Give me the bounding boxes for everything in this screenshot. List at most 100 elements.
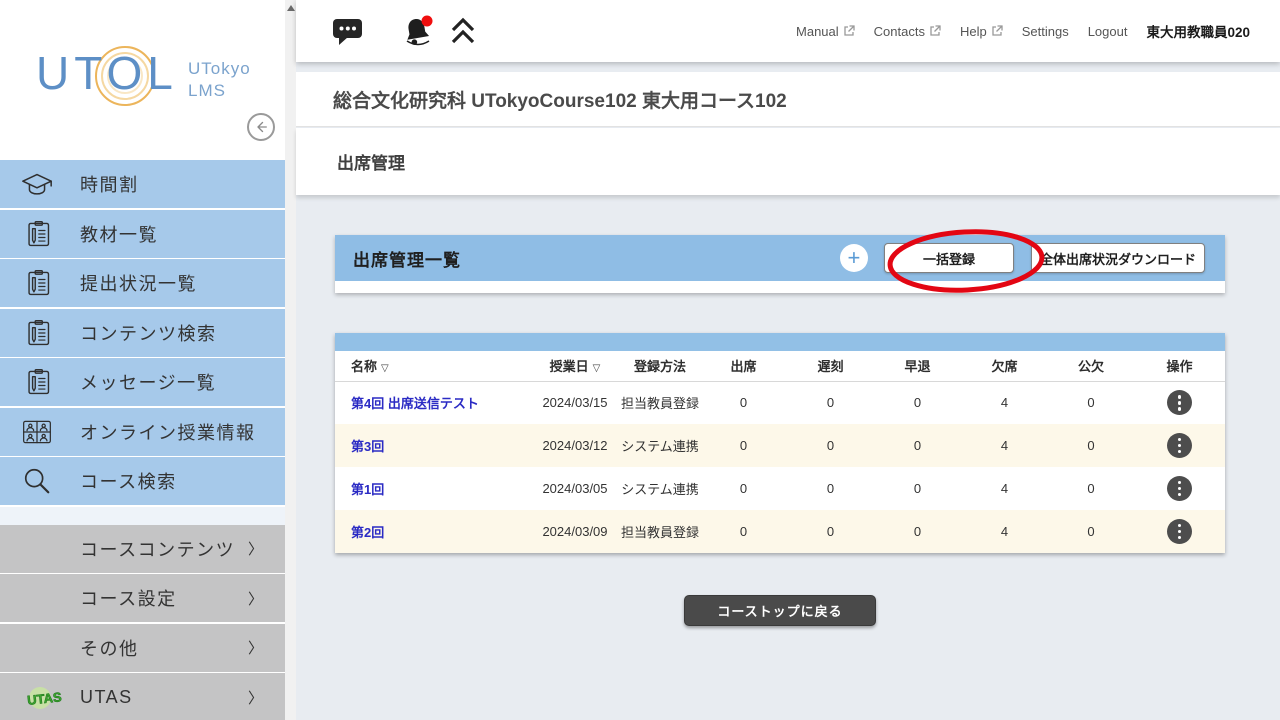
back-to-course-top-button[interactable]: コーストップに戻る (684, 595, 876, 626)
sidebar-item-course-contents[interactable]: コースコンテンツ 〉 (0, 524, 285, 573)
sidebar-item-content-search[interactable]: コンテンツ検索 (0, 308, 285, 357)
sidebar-item-submission-status[interactable]: 提出状況一覧 (0, 259, 285, 307)
cell-early-leave: 0 (913, 481, 922, 496)
header-early-leave: 早退 (874, 351, 961, 382)
cell-excused-absence: 0 (1087, 438, 1095, 453)
bulk-register-button[interactable]: 一括登録 (883, 243, 1014, 273)
sidebar-divider (0, 506, 285, 525)
collapse-header-icon[interactable] (450, 17, 476, 45)
table-row: 第2回 2024/03/09 担当教員登録 0 0 0 4 0 (335, 510, 1225, 553)
sidebar-item-utas[interactable]: UTAS UTAS 〉 (0, 673, 285, 720)
settings-link[interactable]: Settings (1022, 24, 1069, 39)
panel-bottom-strip (335, 281, 1225, 293)
cell-present: 0 (739, 524, 748, 539)
sidebar-item-online-class-info[interactable]: オンライン授業情報 (0, 407, 285, 456)
external-link-icon (930, 25, 941, 36)
session-link[interactable]: 第3回 (351, 439, 384, 454)
attendance-table-block: 名称 ▽ 授業日 ▽ 登録方法 出席 遅刻 早退 欠席 公欠 操作 第4回 出席送信… (335, 333, 1225, 553)
cell-registration-method: システム連携 (621, 482, 699, 497)
download-all-attendance-button[interactable]: 全体出席状況ダウンロード (1030, 243, 1205, 273)
clipboard-icon (18, 268, 56, 298)
logout-link[interactable]: Logout (1088, 24, 1128, 39)
sidebar-item-messages[interactable]: メッセージ一覧 (0, 358, 285, 406)
row-actions-kebab-button[interactable] (1167, 433, 1192, 458)
cell-name: 第4回 出席送信テスト (335, 381, 530, 424)
cell-class-date: 2024/03/12 (542, 438, 608, 453)
cell-actions (1134, 424, 1225, 467)
sidebar: UTOL UTokyo LMS 時間割 教材一覧 提出状況一覧 コンテンツ検索 … (0, 0, 285, 720)
header-registration-method: 登録方法 (620, 351, 700, 382)
table-row: 第3回 2024/03/12 システム連携 0 0 0 4 0 (335, 424, 1225, 467)
contacts-link[interactable]: Contacts (874, 24, 941, 39)
plus-icon: + (847, 245, 861, 270)
table-row: 第4回 出席送信テスト 2024/03/15 担当教員登録 0 0 0 4 0 (335, 381, 1225, 424)
cell-absent: 4 (1000, 481, 1009, 496)
course-title: 総合文化研究科 UTokyoCourse102 東大用コース102 (333, 90, 787, 112)
notification-dot (421, 15, 433, 27)
cell-late: 0 (826, 481, 835, 496)
course-title-bar: 総合文化研究科 UTokyoCourse102 東大用コース102 (296, 72, 1280, 127)
chevron-right-icon: 〉 (247, 689, 263, 707)
cell-name: 第3回 (335, 424, 530, 467)
session-link[interactable]: 第1回 (351, 482, 384, 497)
header-name[interactable]: 名称 ▽ (335, 351, 530, 382)
manual-link[interactable]: Manual (796, 24, 855, 39)
header-late: 遅刻 (787, 351, 874, 382)
scroll-up-arrow-icon[interactable] (286, 5, 295, 11)
add-session-button[interactable]: + (839, 244, 868, 272)
sort-icon: ▽ (592, 363, 601, 375)
cell-registration-method: 担当教員登録 (620, 396, 699, 412)
cell-absent: 4 (1000, 395, 1009, 411)
cell-excused-absence: 0 (1087, 481, 1095, 496)
clipboard-icon (18, 318, 56, 348)
table-header-row: 名称 ▽ 授業日 ▽ 登録方法 出席 遅刻 早退 欠席 公欠 操作 (335, 351, 1225, 382)
session-link[interactable]: 第2回 (351, 525, 384, 540)
cell-present: 0 (739, 395, 748, 411)
row-actions-kebab-button[interactable] (1167, 519, 1192, 544)
external-link-icon (992, 25, 1003, 36)
row-actions-kebab-button[interactable] (1167, 390, 1192, 416)
sidebar-item-course-search[interactable]: コース検索 (0, 457, 285, 505)
topbar-icons (332, 14, 476, 48)
cell-early-leave: 0 (913, 438, 922, 453)
sidebar-item-others[interactable]: その他 〉 (0, 623, 285, 672)
session-link[interactable]: 第4回 出席送信テスト (351, 396, 479, 411)
sidebar-item-timetable[interactable]: 時間割 (0, 160, 285, 208)
online-class-icon (18, 418, 56, 446)
header-absent: 欠席 (961, 351, 1048, 382)
external-link-icon (844, 25, 855, 36)
attendance-panel: 出席管理一覧 + 一括登録 全体出席状況ダウンロード (335, 235, 1225, 293)
main-content: Manual Contacts Help Settings Logout 東大用… (296, 0, 1280, 720)
topbar-links: Manual Contacts Help Settings Logout 東大用… (796, 21, 1250, 41)
cell-registration-method: 担当教員登録 (620, 525, 699, 540)
cell-late: 0 (826, 524, 835, 539)
header-class-date[interactable]: 授業日 ▽ (530, 351, 620, 382)
back-button-container: コーストップに戻る (335, 595, 1225, 626)
utol-lms-page: UTOL UTokyo LMS 時間割 教材一覧 提出状況一覧 コンテンツ検索 … (0, 0, 1280, 720)
cell-late: 0 (826, 438, 835, 453)
chevron-right-icon: 〉 (247, 541, 263, 558)
row-actions-kebab-button[interactable] (1167, 476, 1192, 501)
chevron-right-icon: 〉 (247, 590, 263, 608)
svg-text:UTAS: UTAS (26, 689, 62, 708)
notification-bell-icon[interactable] (400, 14, 436, 48)
graduation-cap-icon (18, 170, 56, 198)
cell-class-date: 2024/03/09 (542, 524, 608, 539)
help-link[interactable]: Help (960, 24, 1003, 39)
messages-icon[interactable] (332, 16, 364, 46)
cell-actions (1134, 510, 1225, 553)
sidebar-item-materials[interactable]: 教材一覧 (0, 209, 285, 258)
utol-logo-subtitle: UTokyo LMS (188, 59, 251, 100)
cell-excused-absence: 0 (1087, 524, 1095, 539)
cell-actions (1134, 381, 1225, 424)
sidebar-scrollbar[interactable] (285, 0, 296, 720)
cell-early-leave: 0 (913, 395, 922, 411)
cell-class-date: 2024/03/05 (542, 481, 608, 496)
logo-area: UTOL UTokyo LMS (0, 0, 285, 160)
header-actions: 操作 (1134, 351, 1225, 382)
cell-late: 0 (826, 395, 835, 411)
cell-excused-absence: 0 (1087, 395, 1095, 411)
username-label: 東大用教職員020 (1146, 25, 1250, 40)
sidebar-collapse-button[interactable] (247, 113, 275, 141)
sidebar-item-course-settings[interactable]: コース設定 〉 (0, 574, 285, 622)
